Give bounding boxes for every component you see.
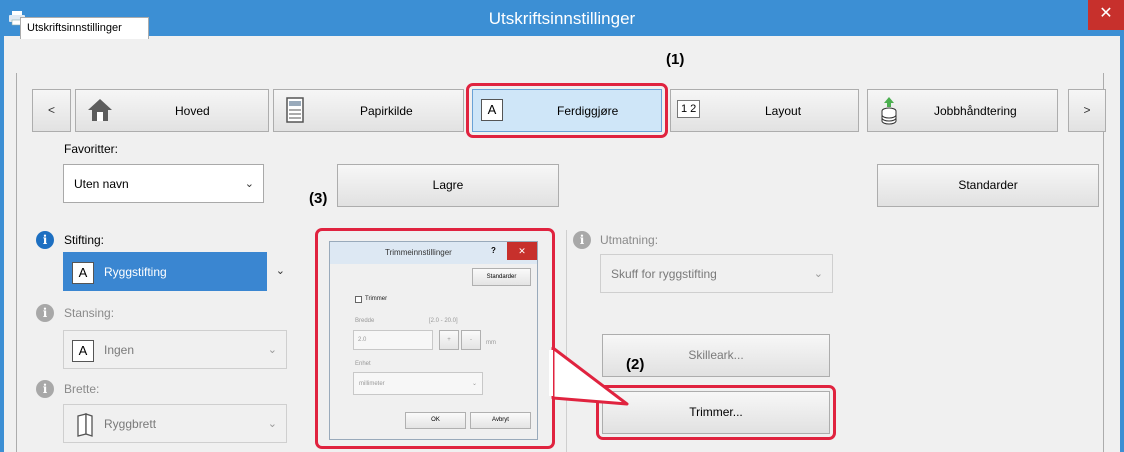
width-value: 2.0	[358, 337, 367, 343]
width-plus-button[interactable]: +	[439, 330, 459, 350]
width-label: Bredde	[355, 318, 375, 324]
unit-label: Enhet	[355, 361, 371, 367]
close-icon[interactable]: ✕	[507, 242, 537, 260]
dialog-defaults-button[interactable]: Standarder	[472, 268, 531, 286]
unit-select[interactable]: millimeter ⌄	[353, 372, 483, 395]
dialog-ok-button[interactable]: OK	[405, 412, 466, 429]
trimmer-checkbox[interactable]	[355, 296, 362, 303]
trimmer-dialog: Trimmeinnstillinger ? ✕ Standarder Trimm…	[329, 241, 538, 440]
width-minus-button[interactable]: -	[461, 330, 481, 350]
width-range: [2.0 - 20.0]	[429, 318, 458, 324]
dialog-cancel-button[interactable]: Avbryt	[470, 412, 531, 429]
callout-pointer	[549, 346, 629, 406]
chevron-down-icon: ⌄	[472, 381, 478, 387]
width-unit: mm	[486, 340, 496, 346]
width-input[interactable]: 2.0	[353, 330, 433, 350]
trimmer-checkbox-label: Trimmer	[365, 296, 388, 302]
unit-value: millimeter	[359, 381, 385, 387]
help-icon[interactable]: ?	[491, 246, 496, 255]
trimmer-dialog-title: Trimmeinnstillinger	[330, 242, 537, 264]
